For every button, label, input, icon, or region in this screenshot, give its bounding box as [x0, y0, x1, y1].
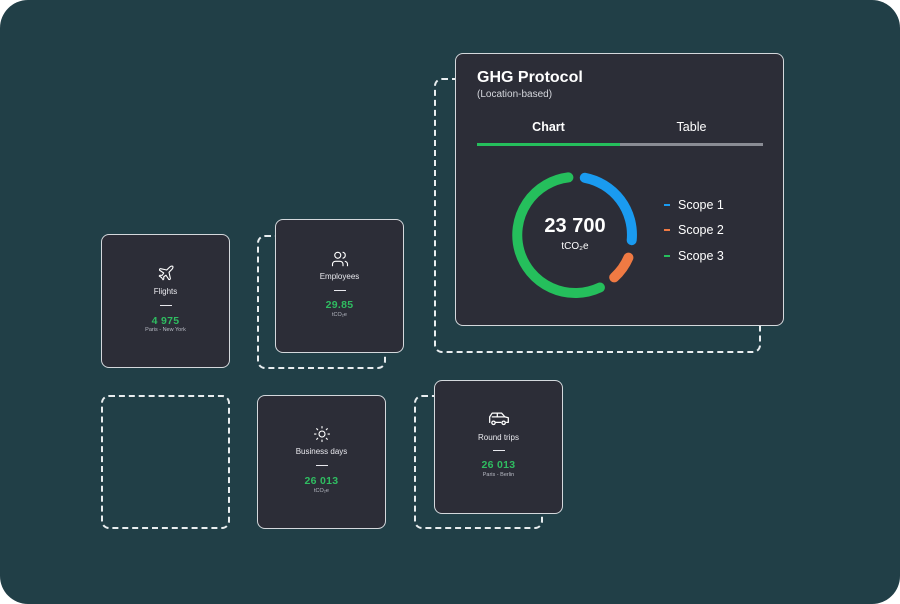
legend-swatch	[664, 204, 670, 206]
round-trips-label: Round trips	[478, 433, 519, 442]
tab-chart[interactable]: Chart	[477, 120, 620, 134]
car-icon	[435, 410, 562, 428]
panel-subtitle: (Location-based)	[477, 89, 553, 100]
divider	[333, 290, 346, 291]
flights-label: Flights	[153, 287, 178, 296]
business-days-label: Business days	[295, 447, 348, 456]
legend-item-scope-1: Scope 1	[664, 198, 724, 212]
legend-item-scope-2: Scope 2	[664, 223, 724, 237]
legend-label: Scope 2	[678, 223, 724, 237]
employees-unit: tCO₂e	[332, 312, 347, 318]
round-trips-route: Paris - Berlin	[482, 472, 515, 478]
legend-item-scope-3: Scope 3	[664, 249, 724, 263]
divider	[492, 450, 505, 451]
tab-table-indicator	[620, 143, 763, 146]
round-trips-card[interactable]: Round trips 26 013 Paris - Berlin	[434, 380, 563, 514]
legend-label: Scope 3	[678, 249, 724, 263]
round-trips-value: 26 013	[481, 459, 516, 471]
donut-total-value: 23 700	[544, 215, 606, 237]
ghg-protocol-panel: GHG Protocol (Location-based) Chart Tabl…	[455, 53, 784, 326]
tab-table[interactable]: Table	[620, 120, 763, 134]
sun-icon	[258, 425, 385, 443]
legend-swatch	[664, 255, 670, 257]
employees-card[interactable]: Employees 29.85 tCO₂e	[275, 219, 404, 353]
divider	[159, 305, 172, 306]
tab-chart-indicator	[477, 143, 620, 146]
flights-route: Paris - New York	[145, 327, 186, 333]
people-icon	[276, 250, 403, 268]
business-days-value: 26 013	[304, 475, 339, 487]
divider	[315, 465, 328, 466]
legend-swatch	[664, 229, 670, 231]
airplane-icon	[102, 264, 229, 282]
donut-total-unit: tCO₂e	[561, 241, 589, 252]
business-days-card[interactable]: Business days 26 013 tCO₂e	[257, 395, 386, 529]
employees-value: 29.85	[325, 299, 354, 311]
flights-card[interactable]: Flights 4 975 Paris - New York	[101, 234, 230, 368]
canvas-background: Flights 4 975 Paris - New York Employees…	[0, 0, 900, 604]
empty-placeholder-slot	[101, 395, 230, 529]
employees-label: Employees	[319, 272, 360, 281]
panel-title: GHG Protocol	[477, 69, 583, 86]
flights-value: 4 975	[151, 315, 180, 327]
donut-segment-scope-2	[609, 252, 634, 283]
business-days-unit: tCO₂e	[314, 488, 329, 494]
legend-label: Scope 1	[678, 198, 724, 212]
